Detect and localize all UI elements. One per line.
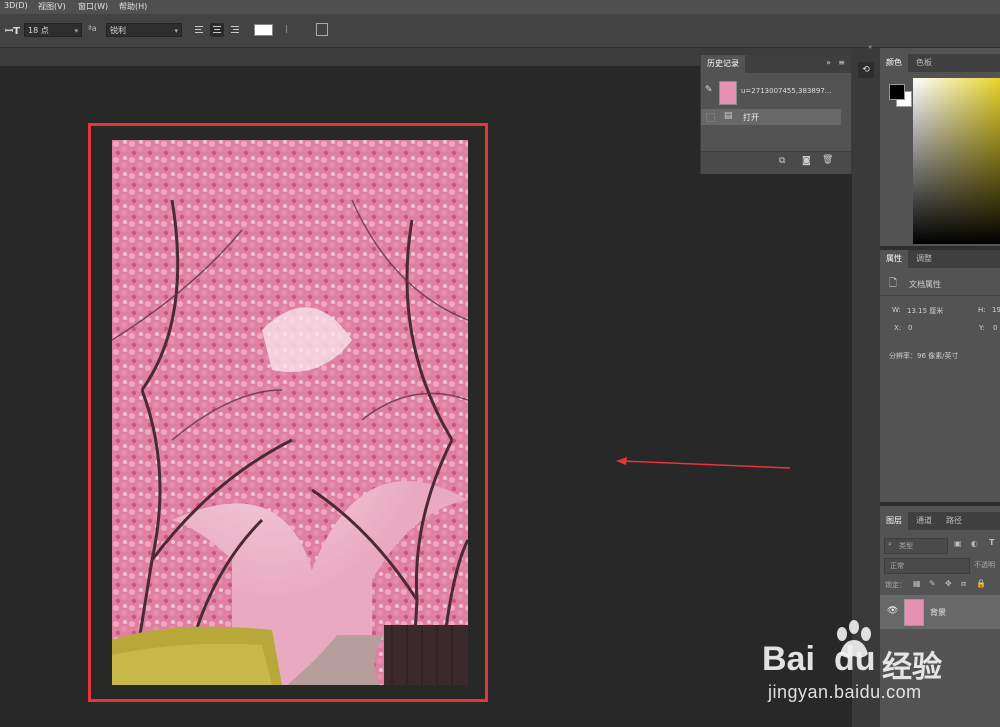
- y-value[interactable]: 0: [993, 324, 997, 332]
- panel-separator: [880, 502, 1000, 506]
- history-panel-header: 历史记录 » ≡: [701, 55, 851, 73]
- lock-label: 锁定：: [885, 581, 906, 589]
- foreground-color-swatch[interactable]: [889, 84, 905, 100]
- document-icon: 🗋: [889, 278, 898, 289]
- watermark-title: 经验: [882, 650, 942, 685]
- highlight-frame: [88, 123, 488, 702]
- menu-bar: 3D(D) 视图(V) 窗口(W) 帮助(H): [0, 0, 1000, 14]
- opacity-label: 不透明: [974, 561, 995, 569]
- antialias-icon: ªa: [88, 24, 97, 33]
- lock-position-icon[interactable]: ✥: [945, 579, 952, 588]
- menu-view[interactable]: 视图(V): [38, 1, 66, 12]
- text-orientation-icon[interactable]: ꟷT: [5, 23, 20, 37]
- align-right-button[interactable]: [228, 23, 242, 37]
- menu-help[interactable]: 帮助(H): [119, 1, 147, 12]
- adjustment-filter-icon[interactable]: ◐: [971, 539, 978, 548]
- tab-channels[interactable]: 通道: [910, 512, 938, 530]
- tab-properties[interactable]: 属性: [880, 250, 908, 268]
- document-icon: ▤: [724, 111, 733, 121]
- blend-mode-value: 正常: [890, 562, 904, 570]
- annotation-arrow: [616, 457, 791, 469]
- snapshot-name: u=2713007455,383897...: [741, 87, 832, 95]
- layers-panel-header: 图层 通道 路径: [880, 512, 1000, 530]
- chevron-down-icon: ▾: [174, 27, 178, 35]
- align-center-button[interactable]: [210, 23, 224, 37]
- align-left-button[interactable]: [192, 23, 206, 37]
- font-size-select[interactable]: 18 点 ▾: [24, 23, 82, 37]
- history-footer: ⧉ ◙ 🗑: [701, 151, 851, 174]
- watermark-brand: Bai: [762, 640, 815, 678]
- chevron-down-icon: ▾: [74, 27, 78, 35]
- tab-paths[interactable]: 路径: [940, 512, 968, 530]
- color-panel-header: 颜色 色板: [880, 54, 1000, 72]
- x-label: X:: [894, 324, 902, 332]
- trash-icon[interactable]: 🗑: [822, 155, 833, 165]
- new-document-icon[interactable]: ⧉: [779, 156, 785, 166]
- snapshot-row[interactable]: ✎ u=2713007455,383897...: [701, 77, 851, 105]
- layer-filter-value: 类型: [899, 542, 913, 550]
- antialias-select[interactable]: 锐利 ▾: [106, 23, 182, 37]
- tab-history[interactable]: 历史记录: [701, 55, 745, 73]
- warp-text-icon[interactable]: ꞁ: [285, 21, 288, 34]
- blend-mode-select[interactable]: 正常: [884, 558, 970, 574]
- watermark-url: jingyan.baidu.com: [768, 682, 922, 702]
- type-filter-icon[interactable]: T: [989, 538, 994, 547]
- character-panel-icon[interactable]: [316, 23, 328, 36]
- options-bar: ꟷT 18 点 ▾ ªa 锐利 ▾ ꞁ: [0, 14, 1000, 48]
- history-panel-icon[interactable]: ⟲: [858, 62, 874, 78]
- y-label: Y:: [979, 324, 985, 332]
- lock-brush-icon[interactable]: ✎: [929, 579, 936, 588]
- divider: [880, 295, 1000, 296]
- lock-artboard-icon[interactable]: ⧈: [961, 579, 966, 589]
- collapse-icon[interactable]: »: [826, 58, 831, 67]
- antialias-value: 锐利: [110, 26, 126, 35]
- lock-transparent-icon[interactable]: ▦: [913, 579, 921, 588]
- step-checkbox[interactable]: [706, 113, 715, 122]
- history-step-row[interactable]: ▤ 打开: [701, 109, 841, 125]
- document-properties-label: 文档属性: [909, 280, 941, 289]
- menu-window[interactable]: 窗口(W): [78, 1, 108, 12]
- history-panel: 历史记录 » ≡ ✎ u=2713007455,383897... ▤ 打开 ⧉…: [700, 54, 852, 174]
- layer-filter-select[interactable]: ⌕ 类型: [884, 538, 948, 554]
- tab-layers[interactable]: 图层: [880, 512, 908, 530]
- menu-3d[interactable]: 3D(D): [4, 1, 28, 10]
- tab-swatches[interactable]: 色板: [910, 54, 938, 72]
- image-filter-icon[interactable]: ▣: [954, 539, 962, 548]
- search-icon: ⌕: [888, 540, 892, 548]
- snapshot-thumbnail: [719, 81, 737, 105]
- properties-panel-header: 属性 调整: [880, 250, 1000, 268]
- baidu-watermark: Bai du 经验 jingyan.baidu.com: [762, 610, 992, 710]
- font-size-value: 18 点: [28, 26, 49, 35]
- height-label: H:: [978, 306, 986, 314]
- camera-icon[interactable]: ◙: [802, 156, 811, 166]
- color-spectrum-field[interactable]: [913, 78, 1000, 244]
- width-value[interactable]: 13.15 厘米: [907, 306, 943, 316]
- expand-icon[interactable]: «: [868, 43, 872, 51]
- watermark-brand-suffix: du: [834, 640, 876, 678]
- panel-menu-icon[interactable]: ≡: [838, 58, 845, 67]
- resolution-text: 分辨率：96 像素/英寸: [889, 352, 959, 360]
- tab-adjustments[interactable]: 调整: [910, 250, 938, 268]
- text-color-swatch[interactable]: [254, 24, 273, 36]
- history-brush-icon[interactable]: ✎: [705, 85, 713, 95]
- history-step-label: 打开: [743, 113, 759, 122]
- x-value[interactable]: 0: [908, 324, 912, 332]
- lock-all-icon[interactable]: 🔒: [976, 579, 986, 588]
- width-label: W:: [892, 306, 901, 314]
- height-value[interactable]: 19: [992, 306, 1000, 314]
- tab-color[interactable]: 颜色: [880, 54, 908, 72]
